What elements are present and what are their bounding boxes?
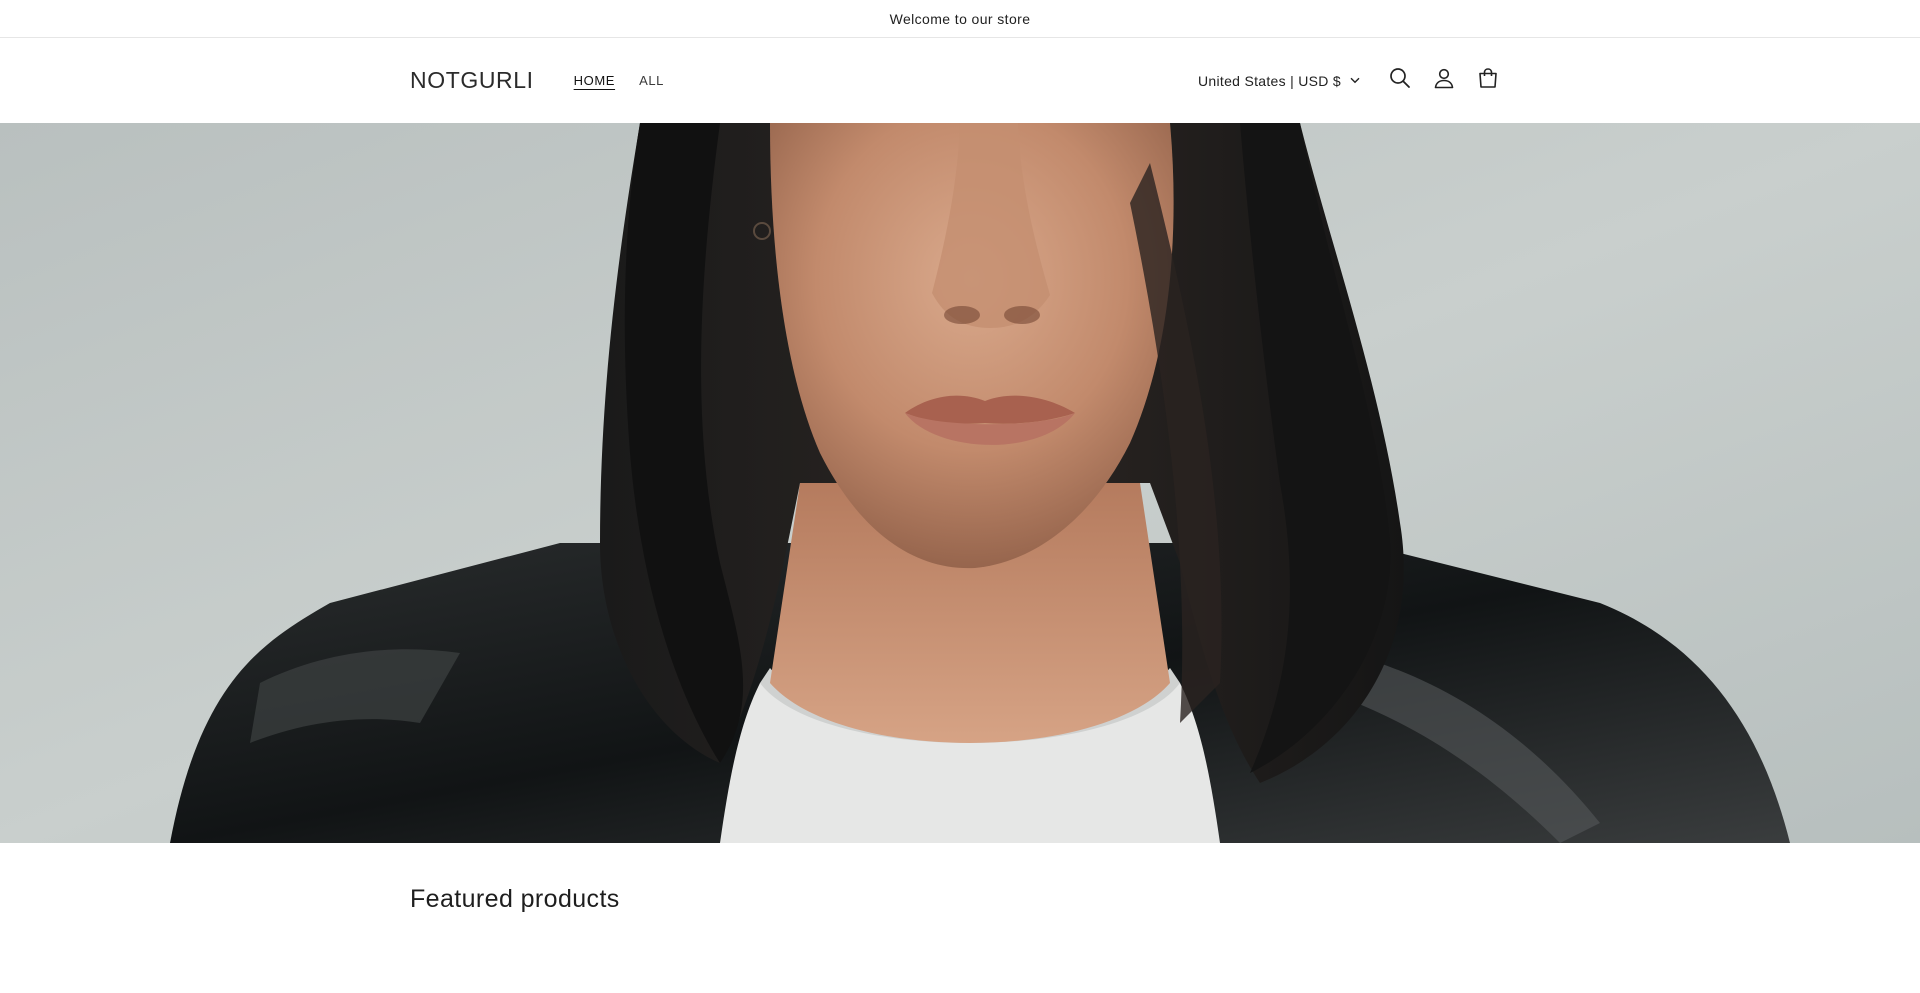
hero-banner [0,123,1920,843]
country-currency-selector[interactable]: United States | USD $ [1198,73,1360,89]
header-actions: United States | USD $ [1198,59,1510,103]
nav-item-home[interactable]: HOME [574,73,615,88]
header-inner: NOTGURLI HOME ALL United States | USD $ [410,38,1510,123]
account-icon [1433,67,1455,94]
country-currency-label: United States | USD $ [1198,72,1341,89]
cart-button[interactable] [1466,59,1510,103]
store-logo[interactable]: NOTGURLI [410,67,534,94]
account-button[interactable] [1422,59,1466,103]
main-nav: HOME ALL [574,73,664,88]
featured-products-title: Featured products [410,885,620,913]
search-icon [1389,67,1411,94]
cart-icon [1477,67,1499,94]
announcement-text: Welcome to our store [889,10,1031,27]
featured-products-section: Featured products [0,843,1920,993]
announcement-bar: Welcome to our store [0,0,1920,38]
hero-image [0,123,1920,843]
nav-item-all[interactable]: ALL [639,73,664,88]
chevron-down-icon [1350,77,1360,84]
search-button[interactable] [1378,59,1422,103]
site-header: NOTGURLI HOME ALL United States | USD $ [0,38,1920,123]
